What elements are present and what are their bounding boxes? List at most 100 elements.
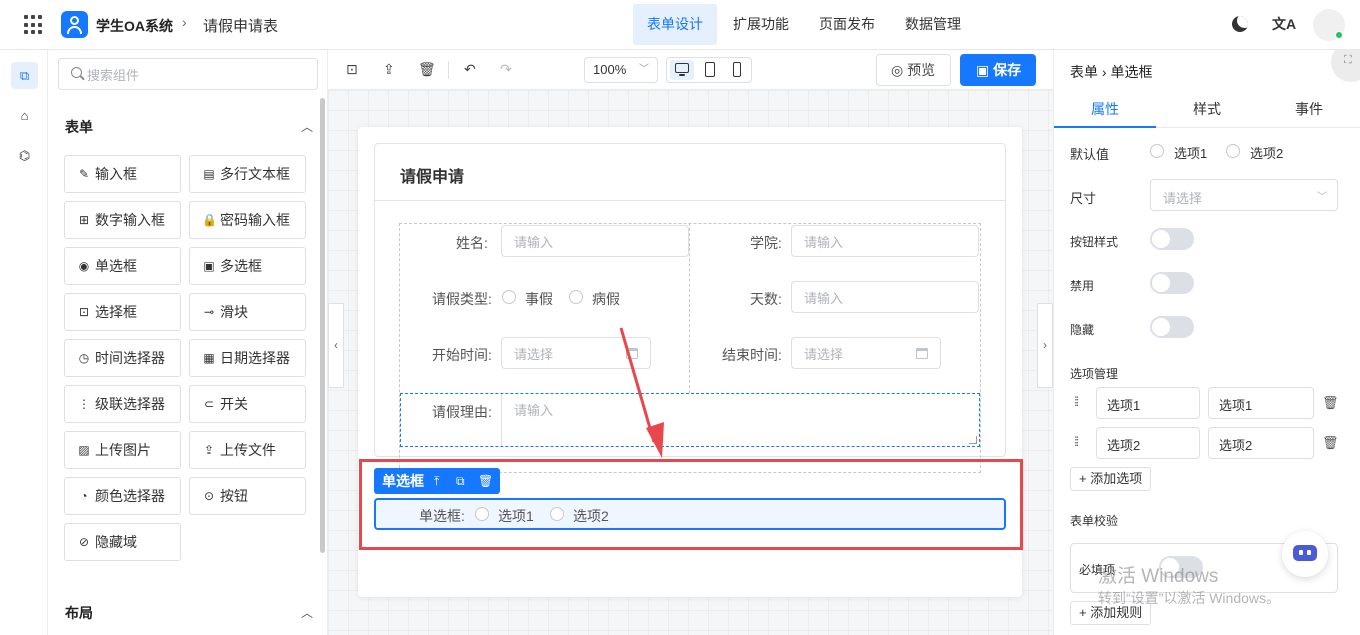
component-cascader[interactable]: ⋮ 级联选择器 — [64, 385, 181, 423]
component-color-picker[interactable]: ◔ 颜色选择器 — [64, 477, 181, 515]
component-select[interactable]: ⊡ 选择框 — [64, 293, 181, 331]
college-input[interactable] — [804, 233, 953, 251]
save-button[interactable]: ▣ 保存 — [960, 54, 1036, 86]
component-upload-file[interactable]: ⇪ 上传文件 — [189, 431, 306, 469]
section-title-layout[interactable]: 布局 — [65, 603, 93, 623]
component-input[interactable]: ✎ 输入框 — [64, 155, 181, 193]
components-puzzle-icon[interactable]: ⧉ — [11, 62, 38, 89]
tab-page-publish[interactable]: 页面发布 — [805, 4, 889, 45]
collapse-left-panel[interactable]: ‹ — [328, 303, 344, 388]
radio-personal-leave[interactable] — [502, 290, 516, 304]
drag-handle-icon[interactable]: ⁞⁞ — [1074, 434, 1079, 449]
option-1-label-input[interactable] — [1107, 395, 1187, 413]
chevron-up-icon[interactable]: ︿ — [301, 604, 313, 621]
mobile-view-icon[interactable] — [725, 60, 749, 80]
component-checkbox[interactable]: ▣ 多选框 — [189, 247, 306, 285]
export-icon[interactable]: ⇪ — [383, 61, 395, 78]
tablet-view-icon[interactable] — [698, 60, 722, 80]
component-upload-image[interactable]: ▨ 上传图片 — [64, 431, 181, 469]
component-switch[interactable]: ⊂ 开关 — [189, 385, 306, 423]
toolbar-divider — [448, 61, 449, 79]
checkbox-icon: ▣ — [203, 259, 215, 273]
dark-mode-icon[interactable] — [1232, 16, 1248, 32]
tab-properties[interactable]: 属性 — [1054, 90, 1156, 128]
chevron-up-icon[interactable]: ︿ — [301, 118, 313, 135]
tab-extensions[interactable]: 扩展功能 — [719, 4, 803, 45]
option-2-value-field[interactable] — [1208, 427, 1314, 459]
days-input[interactable] — [804, 289, 953, 307]
component-password-input[interactable]: 🔒 密码输入框 — [189, 201, 306, 239]
apps-grid-icon[interactable] — [24, 15, 44, 35]
component-textarea[interactable]: ▤ 多行文本框 — [189, 155, 306, 193]
add-option-button[interactable]: + 添加选项 — [1070, 467, 1152, 491]
option-2-label-input[interactable] — [1107, 435, 1187, 453]
component-label: 日期选择器 — [220, 350, 290, 366]
drag-handle-icon[interactable]: ⁞⁞ — [1074, 394, 1079, 409]
button-style-switch[interactable] — [1150, 228, 1194, 250]
name-field[interactable] — [501, 225, 689, 257]
code-view-icon[interactable]: ⊡ — [346, 61, 358, 78]
days-field[interactable] — [791, 281, 979, 313]
option-1-value-input[interactable] — [1219, 395, 1299, 413]
chevron-down-icon: ﹀ — [639, 64, 649, 75]
trash-icon[interactable]: 🗑 — [1322, 395, 1339, 411]
name-input[interactable] — [514, 233, 663, 251]
component-time-picker[interactable]: ◷ 时间选择器 — [64, 339, 181, 377]
app-logo-icon — [61, 11, 88, 38]
tab-form-design[interactable]: 表单设计 — [633, 4, 717, 45]
hidden-switch[interactable] — [1150, 316, 1194, 338]
disabled-switch[interactable] — [1150, 272, 1194, 294]
translate-icon[interactable]: 文A — [1272, 14, 1296, 34]
size-select[interactable]: 请选择 ﹀ — [1150, 179, 1338, 211]
main-nav-tabs: 表单设计 扩展功能 页面发布 数据管理 — [633, 4, 977, 45]
component-label: 开关 — [220, 396, 248, 412]
option-1-label-field[interactable] — [1096, 387, 1200, 419]
component-slider[interactable]: ⊸ 滑块 — [189, 293, 306, 331]
fullscreen-icon[interactable] — [1331, 50, 1360, 82]
radio-sick-leave[interactable] — [569, 290, 583, 304]
trash-icon[interactable]: 🗑 — [418, 61, 436, 78]
component-search[interactable] — [58, 58, 318, 90]
preview-button[interactable]: ◎ 预览 — [876, 54, 951, 86]
component-hidden-field[interactable]: ⊘ 隐藏域 — [64, 523, 181, 561]
redo-icon[interactable]: ↷ — [500, 61, 512, 78]
default-radio-option-1[interactable] — [1150, 144, 1164, 158]
component-date-picker[interactable]: ▦ 日期选择器 — [189, 339, 306, 377]
zoom-value: 100% — [593, 62, 627, 77]
default-value-label: 默认值 — [1070, 147, 1110, 162]
field-label-college: 学院: — [750, 235, 782, 251]
end-time-picker[interactable] — [791, 337, 941, 369]
start-time-input[interactable] — [514, 345, 633, 363]
tab-data-management[interactable]: 数据管理 — [891, 4, 975, 45]
search-input[interactable] — [87, 65, 307, 85]
collapse-right-panel[interactable]: › — [1037, 303, 1053, 388]
component-radio[interactable]: ◉ 单选框 — [64, 247, 181, 285]
form-title-divider — [375, 200, 1005, 201]
code-icon[interactable]: ⌂ — [11, 102, 38, 129]
reason-row[interactable]: 请假理由: — [400, 393, 980, 447]
desktop-view-icon[interactable] — [670, 60, 694, 80]
undo-icon[interactable]: ↶ — [464, 61, 476, 78]
zoom-select[interactable]: 100% ﹀ — [584, 57, 658, 83]
option-1-value-field[interactable] — [1208, 387, 1314, 419]
college-field[interactable] — [791, 225, 979, 257]
tab-style[interactable]: 样式 — [1156, 90, 1258, 128]
tab-events[interactable]: 事件 — [1258, 90, 1360, 128]
app-name[interactable]: 学生OA系统 — [96, 16, 173, 36]
section-title-form[interactable]: 表单 — [65, 117, 93, 137]
component-button[interactable]: ⊙ 按钮 — [189, 477, 306, 515]
tree-structure-icon[interactable]: ⌬ — [11, 142, 38, 169]
resize-handle-icon[interactable] — [969, 436, 977, 444]
canvas-toolbar: ⊡ ⇪ 🗑 ↶ ↷ 100% ﹀ ◎ 预览 ▣ 保存 — [328, 50, 1053, 90]
default-radio-option-2[interactable] — [1226, 144, 1240, 158]
reason-textarea[interactable] — [514, 400, 954, 440]
component-number-input[interactable]: ⊞ 数字输入框 — [64, 201, 181, 239]
assistant-robot-icon[interactable] — [1282, 531, 1328, 577]
option-2-value-input[interactable] — [1219, 435, 1299, 453]
end-time-input[interactable] — [804, 345, 923, 363]
start-time-picker[interactable] — [501, 337, 651, 369]
reason-textarea-wrap[interactable] — [501, 394, 979, 446]
panel-scrollbar[interactable] — [320, 98, 325, 553]
trash-icon[interactable]: 🗑 — [1322, 435, 1339, 451]
option-2-label-field[interactable] — [1096, 427, 1200, 459]
